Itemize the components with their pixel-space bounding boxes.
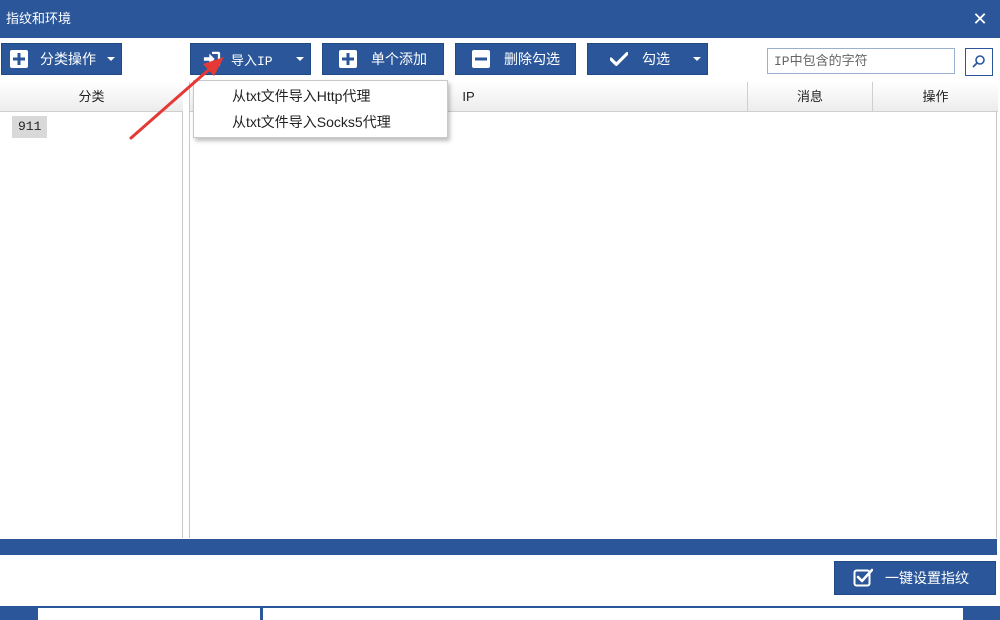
- import-ip-button[interactable]: 导入IP: [190, 43, 311, 75]
- search-icon: [972, 54, 986, 71]
- column-header-actions[interactable]: 操作: [873, 82, 998, 112]
- check-label: 勾选: [642, 51, 670, 67]
- category-item-911[interactable]: 911: [12, 116, 48, 138]
- single-add-button[interactable]: 单个添加: [322, 43, 444, 75]
- chevron-down-icon: [693, 57, 701, 61]
- ip-table: IP 消息 操作: [189, 82, 998, 538]
- minus-box-icon: [472, 50, 490, 68]
- set-fingerprint-button[interactable]: 一键设置指纹: [834, 561, 996, 595]
- progress-bar: [0, 539, 997, 555]
- menu-item-import-socks5[interactable]: 从txt文件导入Socks5代理: [232, 110, 391, 134]
- import-ip-label: 导入IP: [231, 53, 273, 69]
- progress-fill: [1, 540, 996, 554]
- checkbox-checked-icon: [853, 568, 873, 588]
- single-add-label: 单个添加: [371, 51, 427, 67]
- chevron-down-icon: [296, 57, 304, 61]
- window-title: 指纹和环境: [6, 11, 72, 26]
- category-header: 分类: [0, 82, 183, 112]
- delete-checked-label: 删除勾选: [504, 51, 560, 67]
- plus-box-icon: [339, 50, 357, 68]
- menu-item-import-http[interactable]: 从txt文件导入Http代理: [232, 84, 370, 108]
- search-button[interactable]: [965, 48, 993, 76]
- close-icon[interactable]: ✕: [970, 9, 990, 29]
- status-segment: [38, 608, 260, 620]
- category-ops-button[interactable]: 分类操作: [1, 43, 122, 75]
- plus-box-icon: [10, 50, 28, 68]
- checkmark-icon: [610, 50, 628, 68]
- category-ops-label: 分类操作: [40, 51, 96, 67]
- column-header-message[interactable]: 消息: [748, 82, 873, 112]
- check-button[interactable]: 勾选: [587, 43, 708, 75]
- category-panel: 分类 911: [0, 82, 183, 538]
- set-fingerprint-label: 一键设置指纹: [885, 570, 969, 586]
- status-segment: [263, 608, 963, 620]
- sign-in-icon: [203, 50, 221, 68]
- import-ip-menu: 从txt文件导入Http代理 从txt文件导入Socks5代理: [193, 80, 448, 138]
- title-bar: 指纹和环境 ✕: [0, 0, 1000, 38]
- delete-checked-button[interactable]: 删除勾选: [455, 43, 576, 75]
- search-input[interactable]: [767, 48, 955, 74]
- chevron-down-icon: [107, 57, 115, 61]
- status-bar: [0, 606, 1000, 620]
